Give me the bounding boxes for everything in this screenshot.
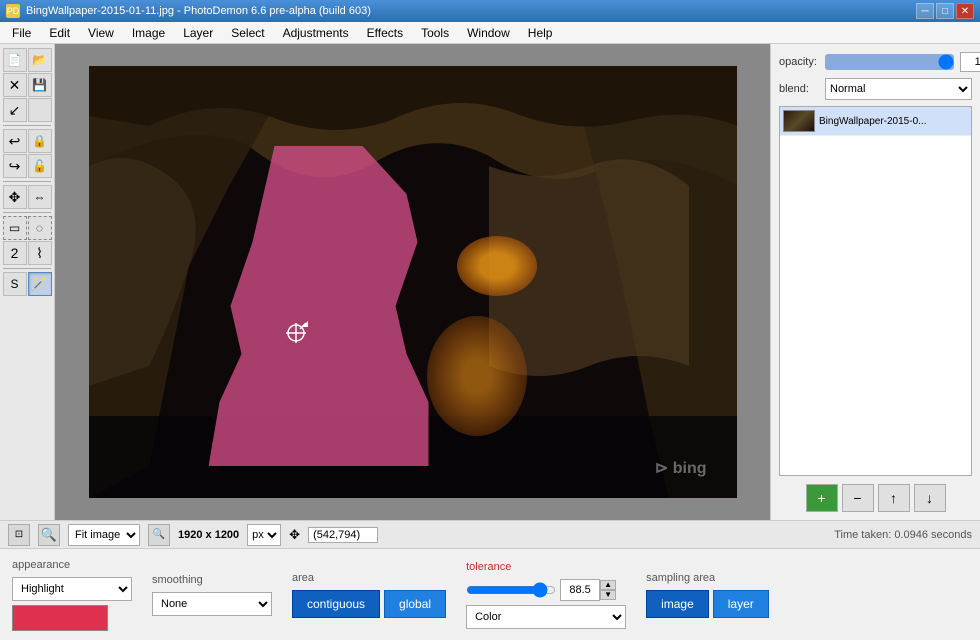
menu-window[interactable]: Window: [459, 23, 518, 43]
fit-zoom-button[interactable]: ⊡: [8, 524, 30, 546]
minimize-button[interactable]: ─: [916, 3, 934, 19]
tool-lock[interactable]: 🔒: [28, 129, 52, 153]
tolerance-spin-up[interactable]: ▲: [600, 580, 616, 590]
menu-adjustments[interactable]: Adjustments: [275, 23, 357, 43]
tool-unlock[interactable]: 🔓: [28, 154, 52, 178]
remove-layer-button[interactable]: −: [842, 484, 874, 512]
sampling-group: sampling area image layer: [646, 572, 786, 618]
appearance-group: appearance Highlight Marching ants Tint: [12, 559, 132, 631]
menu-tools[interactable]: Tools: [413, 23, 457, 43]
menubar: File Edit View Image Layer Select Adjust…: [0, 22, 980, 44]
canvas[interactable]: ⊳ bing: [89, 66, 737, 498]
cave-background: ⊳ bing: [89, 66, 737, 498]
sampling-label: sampling area: [646, 572, 786, 584]
tool-save-as[interactable]: ↙: [3, 98, 27, 122]
tolerance-type-select[interactable]: Color Luminance Composite: [466, 605, 626, 629]
tolerance-spin-down[interactable]: ▼: [600, 590, 616, 600]
app-icon: PD: [6, 4, 20, 18]
layer-controls: + − ↑ ↓: [779, 484, 972, 512]
left-toolbar: 📄 📂 ✕ 💾 ↙ ↩ 🔒 ↪ 🔓 ✥ ⇔ ▭ ◌: [0, 44, 55, 520]
tolerance-label: tolerance: [466, 561, 626, 573]
menu-layer[interactable]: Layer: [175, 23, 221, 43]
main-layout: 📄 📂 ✕ 💾 ↙ ↩ 🔒 ↪ 🔓 ✥ ⇔ ▭ ◌: [0, 44, 980, 520]
orange-highlight-2: [427, 316, 527, 436]
tool-lasso[interactable]: 2: [3, 241, 27, 265]
orange-highlight-1: [457, 236, 537, 296]
sampling-layer-button[interactable]: layer: [713, 590, 769, 618]
fit-mode-select[interactable]: Fit image: [68, 524, 140, 546]
layer-item[interactable]: BingWallpaper-2015-0...: [780, 107, 971, 136]
close-button[interactable]: ✕: [956, 3, 974, 19]
tool-poly-lasso[interactable]: ⌇: [28, 241, 52, 265]
move-layer-up-button[interactable]: ↑: [878, 484, 910, 512]
menu-view[interactable]: View: [80, 23, 122, 43]
area-contiguous-button[interactable]: contiguous: [292, 590, 380, 618]
tool-ellipse-select[interactable]: ◌: [28, 216, 52, 240]
tool-close-file[interactable]: ✕: [3, 73, 27, 97]
tool-open[interactable]: 📂: [28, 48, 52, 72]
tool-move[interactable]: ✥: [3, 185, 27, 209]
sampling-image-button[interactable]: image: [646, 590, 709, 618]
highlight-color-preview[interactable]: [12, 605, 108, 631]
tool-magic-wand[interactable]: 🪄: [28, 272, 52, 296]
zoom-in-button[interactable]: 🔍: [38, 524, 60, 546]
smoothing-group: smoothing None Low High: [152, 574, 272, 616]
opacity-value[interactable]: [960, 52, 980, 72]
blend-mode-select[interactable]: Normal Multiply Screen Overlay: [825, 78, 972, 100]
tool-save[interactable]: 💾: [28, 73, 52, 97]
opacity-slider[interactable]: [825, 54, 954, 70]
tool-blank[interactable]: [28, 98, 52, 122]
layers-list[interactable]: BingWallpaper-2015-0...: [779, 106, 972, 476]
unit-select[interactable]: px % in: [247, 524, 281, 546]
opacity-label: opacity:: [779, 56, 819, 68]
zoom-percent-button[interactable]: 🔍: [148, 524, 170, 546]
menu-effects[interactable]: Effects: [359, 23, 411, 43]
menu-select[interactable]: Select: [223, 23, 272, 43]
menu-help[interactable]: Help: [520, 23, 561, 43]
window-title: BingWallpaper-2015-01-11.jpg - PhotoDemo…: [26, 5, 371, 17]
coordinates-display: (542,794): [308, 527, 378, 543]
maximize-button[interactable]: □: [936, 3, 954, 19]
tool-redo[interactable]: ↪: [3, 154, 27, 178]
move-layer-down-button[interactable]: ↓: [914, 484, 946, 512]
area-global-button[interactable]: global: [384, 590, 446, 618]
bottom-toolbar: appearance Highlight Marching ants Tint …: [0, 548, 980, 640]
right-panel: opacity: ▲ ▼ blend: Normal Multiply Scre…: [770, 44, 980, 520]
area-group: area contiguous global: [292, 572, 446, 618]
canvas-area[interactable]: ⊳ bing: [55, 44, 770, 520]
tolerance-slider[interactable]: [466, 583, 556, 597]
tool-new[interactable]: 📄: [3, 48, 27, 72]
layer-name: BingWallpaper-2015-0...: [819, 116, 926, 127]
add-layer-button[interactable]: +: [806, 484, 838, 512]
smoothing-label: smoothing: [152, 574, 272, 586]
tolerance-value[interactable]: [560, 579, 600, 601]
menu-edit[interactable]: Edit: [41, 23, 78, 43]
tool-paint[interactable]: S: [3, 272, 27, 296]
dimensions-display: 1920 x 1200: [178, 529, 239, 541]
tool-transform[interactable]: ⇔: [28, 185, 52, 209]
statusbar: ⊡ 🔍 Fit image 🔍 1920 x 1200 px % in ✥ (5…: [0, 520, 980, 548]
cursor-icon: ✥: [289, 527, 300, 543]
appearance-select[interactable]: Highlight Marching ants Tint: [12, 577, 132, 601]
tolerance-group: tolerance ▲ ▼ Color Luminance Composite: [466, 561, 626, 629]
blend-label: blend:: [779, 83, 819, 95]
tool-undo[interactable]: ↩: [3, 129, 27, 153]
bing-watermark: ⊳ bing: [655, 458, 707, 478]
appearance-label: appearance: [12, 559, 132, 571]
tool-rect-select[interactable]: ▭: [3, 216, 27, 240]
menu-file[interactable]: File: [4, 23, 39, 43]
area-label: area: [292, 572, 446, 584]
titlebar: PD BingWallpaper-2015-01-11.jpg - PhotoD…: [0, 0, 980, 22]
menu-image[interactable]: Image: [124, 23, 173, 43]
time-display: Time taken: 0.0946 seconds: [386, 529, 972, 541]
layer-thumbnail: [783, 110, 815, 132]
smoothing-select[interactable]: None Low High: [152, 592, 272, 616]
